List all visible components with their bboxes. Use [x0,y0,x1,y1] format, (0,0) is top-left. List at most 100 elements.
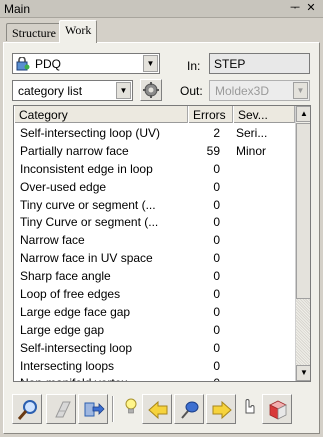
view-cube-button[interactable] [262,394,292,424]
lightbulb-icon [125,398,137,414]
scroll-track[interactable] [296,299,310,365]
table-row[interactable]: Intersecting loops 0 [14,357,295,375]
table-row[interactable]: Inconsistent edge in loop 0 [14,160,295,178]
row-errors: 0 [213,251,220,266]
table-row[interactable]: Self-intersecting loop 0 [14,339,295,357]
in-field: STEP [209,53,310,74]
table-row[interactable]: Loop of free edges 0 [14,285,295,303]
row-category: Large edge face gap [20,304,131,319]
out-select-value: Moldex3D [215,84,270,98]
table-row[interactable]: Large edge face gap 0 [14,303,295,321]
vertical-scrollbar[interactable]: ▲ ▼ [295,106,310,381]
column-header-category[interactable]: Category [14,106,188,123]
scroll-up-icon[interactable]: ▲ [296,106,310,122]
row-errors: 0 [213,287,220,302]
arrow-left-icon [148,400,168,420]
column-header-errors[interactable]: Errors [188,106,233,123]
gear-icon [143,82,159,98]
next-button[interactable] [206,394,236,424]
row-category: Loop of free edges [20,287,121,302]
table-row[interactable]: Tiny curve or segment (... 0 [14,196,295,214]
arrow-right-icon [212,400,232,420]
probe-button[interactable] [174,394,204,424]
magnify-icon [17,400,37,420]
table-row[interactable]: Large edge gap 0 [14,321,295,339]
export-button[interactable] [78,394,108,424]
settings-button[interactable] [140,79,162,101]
tab-work[interactable]: Work [59,20,98,43]
table-row[interactable]: Non-manifold vertex 0 [14,374,295,381]
hand-pointer-icon [245,399,255,414]
row-errors: 0 [213,215,220,230]
row-severity: Seri... [236,126,268,140]
row-errors: 0 [213,340,220,355]
table-header: Category Errors Sev... [14,106,295,123]
table-row[interactable]: Sharp face angle 0 [14,267,295,285]
row-category: Self-intersecting loop (UV) [20,126,161,140]
out-select[interactable]: Moldex3D ▼ [209,80,310,101]
eraser-button[interactable] [46,394,76,424]
row-category: Partially narrow face [20,143,129,158]
in-label: In: [187,59,201,73]
row-errors: 59 [206,143,220,158]
row-errors: 0 [213,304,220,319]
table-row[interactable]: Narrow face in UV space 0 [14,249,295,267]
table-row[interactable]: Narrow face 0 [14,231,295,249]
row-category: Self-intersecting loop [20,340,133,355]
table-row[interactable]: Over-used edge 0 [14,178,295,196]
row-category: Intersecting loops [20,358,115,373]
chevron-down-icon[interactable]: ▼ [293,82,308,99]
chevron-down-icon[interactable]: ▼ [143,55,158,72]
row-category: Tiny Curve or segment (... [20,215,159,230]
row-errors: 0 [213,322,220,337]
pdq-tool-icon [16,57,30,71]
row-errors: 0 [213,179,220,194]
table-row[interactable]: Partially narrow face 59 Minor [14,142,295,160]
row-errors: 0 [213,269,220,284]
table-row[interactable]: Self-intersecting loop (UV) 2 Seri... [14,124,295,142]
window-title: Main [4,2,31,16]
row-category: Tiny curve or segment (... [20,197,156,212]
tab-structure[interactable]: Structure [6,23,62,41]
scroll-down-icon[interactable]: ▼ [296,365,310,381]
category-select[interactable]: category list ▼ [12,80,133,101]
category-select-value: category list [18,84,83,98]
magnify-button[interactable] [12,394,42,424]
row-category: Large edge gap [20,322,105,337]
scroll-thumb[interactable] [296,123,310,299]
row-category: Narrow face in UV space [20,251,153,266]
export-icon [84,402,105,417]
row-errors: 0 [190,376,220,381]
row-errors: 0 [213,233,220,248]
chevron-down-icon[interactable]: ▼ [116,82,131,99]
row-errors: 0 [213,161,220,176]
row-category: Inconsistent edge in loop [20,161,153,176]
pdq-select[interactable]: PDQ ▼ [12,53,160,74]
row-errors: 0 [213,197,220,212]
lightbulb-button[interactable] [118,394,142,424]
pin-icon[interactable]: ᅮ [289,2,301,14]
tab-strip: Structure Work [0,19,323,43]
pdq-select-value: PDQ [35,57,62,71]
toolbar-separator [112,396,114,422]
row-errors: 0 [213,358,220,373]
row-errors: 2 [213,126,220,140]
close-icon[interactable]: ✕ [305,2,317,14]
error-table: Category Errors Sev... Self-intersecting… [13,105,311,382]
cube-icon [269,400,287,420]
window-titlebar: Main ᅮ ✕ [0,0,323,18]
row-category: Non-manifold vertex [20,376,127,381]
row-category: Over-used edge [20,179,107,194]
row-severity: Minor [236,143,267,158]
in-value: STEP [214,57,246,71]
pick-button[interactable] [236,394,260,424]
probe-icon [181,401,199,419]
row-category: Narrow face [20,233,85,248]
out-label: Out: [180,84,203,98]
row-category: Sharp face angle [20,269,111,284]
table-row[interactable]: Tiny Curve or segment (... 0 [14,213,295,231]
previous-button[interactable] [142,394,172,424]
eraser-icon [55,401,71,418]
column-header-severity[interactable]: Sev... [233,106,295,123]
table-body: Self-intersecting loop (UV) 2 Seri... Parti… [14,124,295,381]
